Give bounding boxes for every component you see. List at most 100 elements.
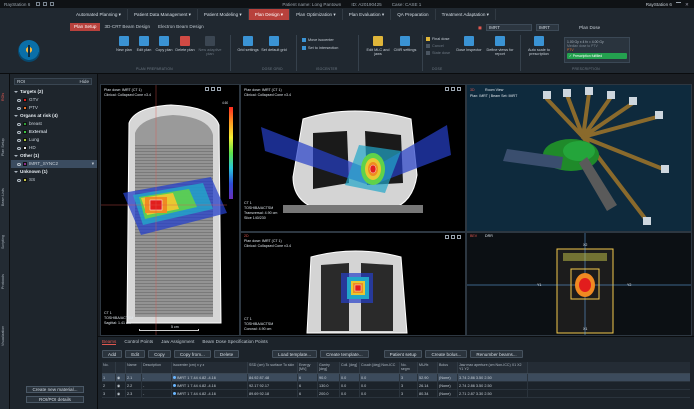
dose-inspector-button[interactable]: Dose inspector: [456, 35, 482, 52]
state-dose-button[interactable]: State dose: [426, 51, 450, 55]
viewport-info-device: TOSHIBA/ACTSM: [244, 206, 274, 210]
isocenter-dot-icon: [173, 384, 176, 387]
col-jaw: Jaw max aperture (cm Non-ICC) X1 X2 Y1 Y…: [458, 362, 528, 373]
vtab-scripting[interactable]: Scripting: [1, 222, 9, 262]
visibility-eye-icon[interactable]: [17, 162, 21, 166]
visibility-eye-icon[interactable]: ◉: [116, 390, 126, 397]
vtab-visualization[interactable]: Visualization: [1, 306, 9, 366]
axial-viewport[interactable]: Plan dose: IMRT (CT 1) Clinical: Collaps…: [240, 84, 466, 232]
roi-item-gtv[interactable]: GTV: [11, 96, 97, 104]
final-dose-button[interactable]: Final dose: [426, 37, 450, 41]
copy-from-button[interactable]: Copy from...: [173, 350, 211, 358]
vtab-protocols[interactable]: Protocols: [1, 262, 9, 302]
set-to-intersection-button[interactable]: Set to intersection: [302, 46, 338, 50]
beamset-dropdown[interactable]: IMRT: [535, 24, 559, 31]
delete-plan-icon: [180, 36, 190, 46]
visibility-eye-icon[interactable]: [17, 178, 21, 182]
tab-plan-optimization[interactable]: Plan Optimization ▾: [290, 9, 343, 20]
tab-plan-design[interactable]: Plan Design ▾: [248, 9, 291, 20]
tab-3dcrt-beam-design[interactable]: 3D-CRT Beam Design: [100, 23, 154, 31]
tab-jaw-assignment[interactable]: Jaw Assignment: [161, 339, 194, 344]
visibility-eye-icon[interactable]: ◉: [116, 374, 126, 381]
new-adaptive-plan-button[interactable]: New adaptive plan: [195, 35, 225, 57]
sagittal-viewport[interactable]: Plan dose: IMRT (CT 1) Clinical: Collaps…: [100, 84, 240, 336]
edit-mlc-button[interactable]: Edit MLC and jaws: [364, 35, 392, 57]
tab-patient-data-management[interactable]: Patient Data Management ▾: [128, 9, 198, 20]
plan-dropdown[interactable]: IMRT: [485, 24, 532, 31]
tab-beam-dose-spec-points[interactable]: Beam Dose Specification Points: [202, 339, 267, 344]
roi-group-unknown[interactable]: Unknown (1): [11, 168, 97, 176]
dropdown-arrow-icon[interactable]: ▾: [92, 160, 94, 168]
minimize-icon[interactable]: [676, 2, 681, 6]
visibility-eye-icon[interactable]: [17, 146, 21, 150]
tab-plan-setup[interactable]: Plan Setup: [70, 23, 101, 31]
visibility-eye-icon[interactable]: ◉: [116, 382, 126, 389]
roi-group-targets[interactable]: Targets (2): [11, 88, 97, 96]
tab-control-points[interactable]: Control Points: [124, 339, 153, 344]
isocenter-dot-icon: [173, 392, 176, 395]
expand-icon: [14, 171, 18, 173]
save-icon[interactable]: [36, 2, 41, 6]
cancel-dose-button[interactable]: Cancel: [426, 44, 444, 48]
roi-item-imrt-sync2[interactable]: IMRT_SYNC2 ▾: [11, 160, 97, 168]
create-bolus-button[interactable]: Create bolus...: [425, 350, 468, 358]
tab-beams[interactable]: Beams: [102, 339, 117, 345]
quick-access-toolbar: [36, 2, 55, 6]
roi-group-other[interactable]: Other (1): [11, 152, 97, 160]
load-template-button[interactable]: Load template...: [272, 350, 318, 358]
vtab-beam-lists[interactable]: Beam Lists: [1, 174, 9, 220]
tab-patient-modeling[interactable]: Patient Modeling ▾: [198, 9, 249, 20]
visibility-eye-icon[interactable]: [17, 98, 21, 102]
room-view-viewport[interactable]: 3D Room View Plan: IMRT | Beam Set: IMRT: [466, 84, 692, 232]
tab-treatment-adaptation[interactable]: Treatment Adaptation ▾: [436, 9, 496, 20]
close-icon[interactable]: ✕: [685, 2, 690, 7]
create-new-material-button[interactable]: Create new material...: [26, 386, 84, 393]
create-template-button[interactable]: Create template...: [320, 350, 369, 358]
patient-setup-button[interactable]: Patient setup: [383, 350, 423, 358]
roi-item-ptv[interactable]: PTV: [11, 104, 97, 112]
add-beam-button[interactable]: Add: [102, 350, 123, 358]
roi-filter-dropdown[interactable]: ROI Hide: [14, 78, 92, 85]
vtab-plan-setup[interactable]: Plan Setup: [1, 122, 9, 172]
room-3d-image: [503, 87, 669, 225]
roi-item-ss[interactable]: SS: [11, 176, 97, 184]
table-row[interactable]: 2 ◉ 2.2 - IMRT 1 7.44 4.82 -4.16 92.17 9…: [102, 382, 690, 390]
tab-qa-preparation[interactable]: QA Preparation: [391, 9, 436, 20]
undo-icon[interactable]: [43, 2, 48, 6]
coronal-viewport[interactable]: 2D Plan dose: IMRT (CT 1) Clinical: Coll…: [240, 232, 466, 336]
plan-dose-label[interactable]: Plan Dose: [579, 25, 600, 30]
roi-item-lung[interactable]: Lung: [11, 136, 97, 144]
roi-item-external[interactable]: External: [11, 128, 97, 136]
tab-electron-beam-design[interactable]: Electron Beam Design: [154, 23, 208, 31]
visibility-eye-icon[interactable]: [17, 106, 21, 110]
delete-plan-button[interactable]: Delete plan: [173, 35, 197, 52]
table-row[interactable]: 3 ◉ 2.3 - IMRT 1 7.44 4.82 -4.16 89.69 9…: [102, 390, 690, 398]
auto-scale-button[interactable]: Auto scale to prescription: [524, 35, 554, 57]
delete-beam-button[interactable]: Delete: [213, 350, 240, 358]
visibility-eye-icon[interactable]: [17, 130, 21, 134]
redo-icon[interactable]: [50, 2, 55, 6]
renumber-beams-button[interactable]: Renumber beams...: [470, 350, 523, 358]
copy-beam-button[interactable]: Copy: [148, 350, 171, 358]
roi-item-breast[interactable]: breast: [11, 120, 97, 128]
vtab-rois[interactable]: ROIs: [1, 82, 9, 112]
cmr-settings-button[interactable]: CMR settings: [392, 35, 418, 52]
define-views-button[interactable]: Define views for report: [484, 35, 516, 57]
roi-item-hd[interactable]: HD: [11, 144, 97, 152]
app-name: RayStation 6: [4, 1, 31, 7]
roi-group-organs-at-risk[interactable]: Organs at risk (4): [11, 112, 97, 120]
roi-poi-details-button[interactable]: ROI/POI details: [26, 396, 84, 403]
grid-settings-button[interactable]: Grid settings: [236, 35, 260, 52]
adaptive-plan-icon: [205, 36, 215, 46]
visibility-eye-icon[interactable]: [17, 138, 21, 142]
table-row[interactable]: 1 ◉ 2.1 - IMRT 1 7.44 4.82 -4.16 84.92 8…: [102, 374, 690, 382]
tab-plan-evaluation[interactable]: Plan Evaluation ▾: [343, 9, 392, 20]
set-default-grid-button[interactable]: Set default grid: [258, 35, 290, 52]
edit-beam-button[interactable]: Edit: [125, 350, 146, 358]
tab-automated-planning[interactable]: Automated Planning ▾: [70, 9, 128, 20]
move-isocenter-button[interactable]: Move isocenter: [302, 38, 334, 42]
col-energy: Energy [MV]: [298, 362, 318, 373]
visibility-eye-icon[interactable]: [17, 122, 21, 126]
prescription-panel[interactable]: 1.00 Gy x 4 fx = 4.00 Gy Median dose to …: [564, 37, 630, 63]
bev-viewport[interactable]: BEV DRR Y1 Y2 X2 X1: [466, 232, 692, 336]
